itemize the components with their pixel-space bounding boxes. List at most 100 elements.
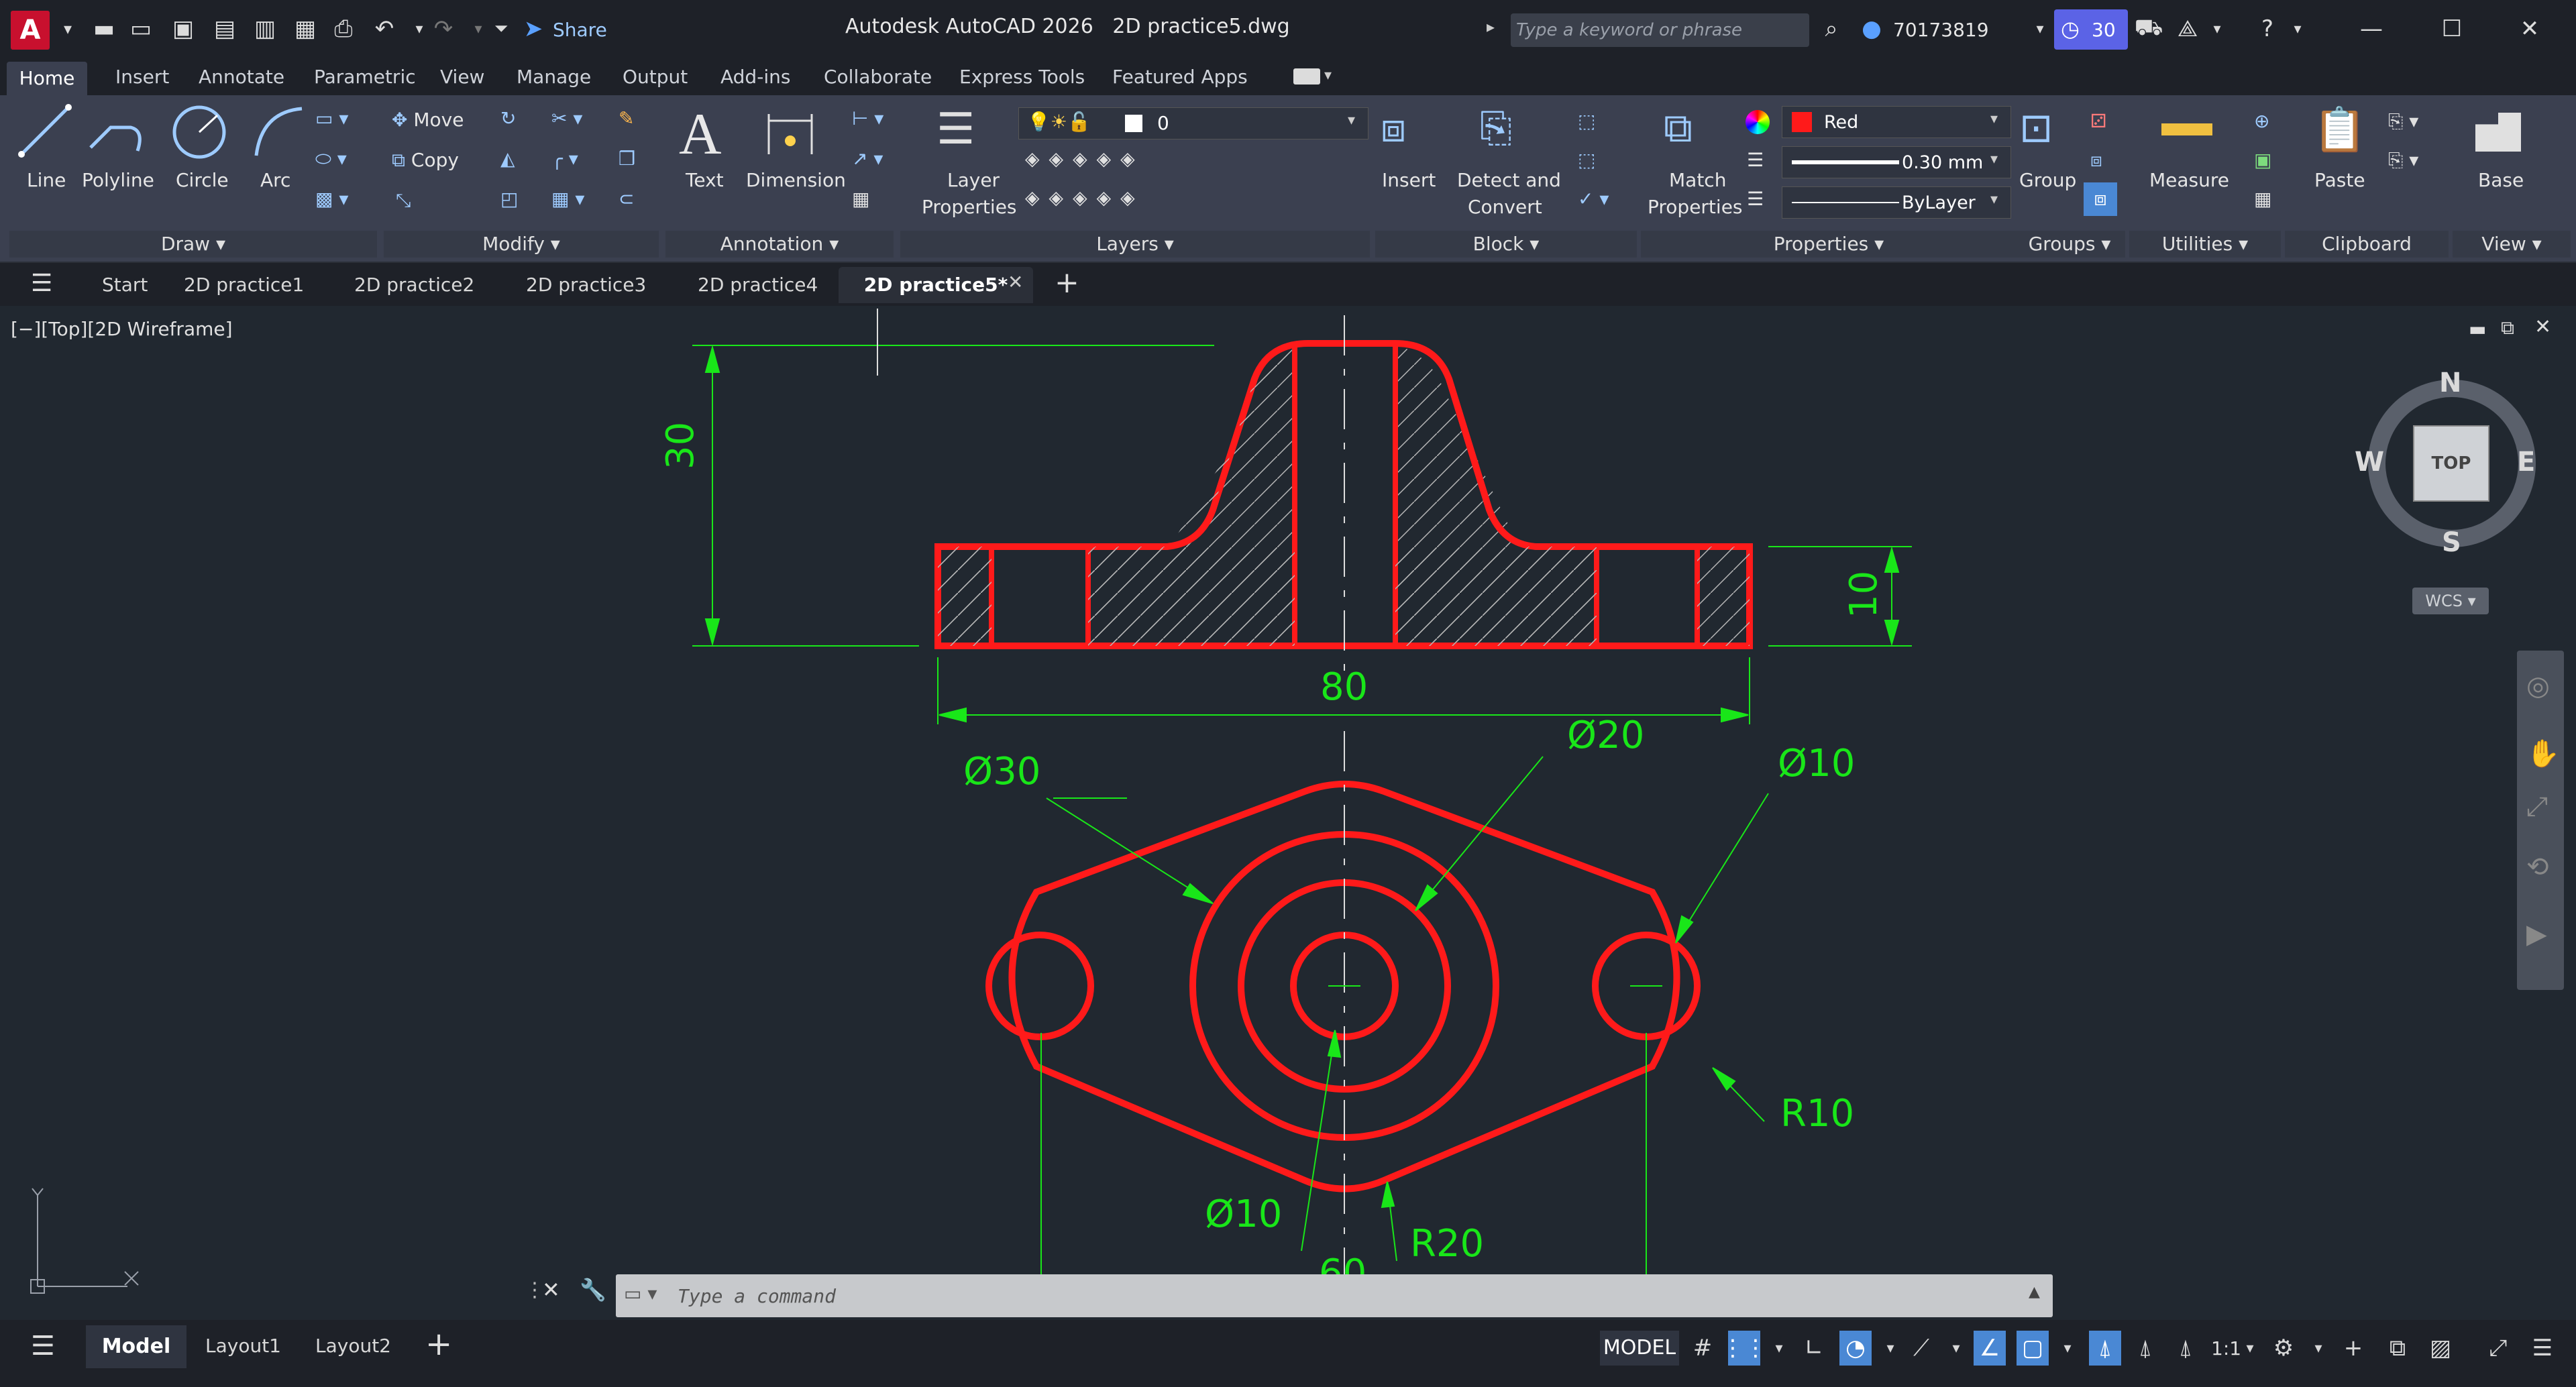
user-chevron-icon[interactable]: ▾	[2023, 12, 2057, 46]
fillet-icon[interactable]: ╭ ▾	[551, 148, 578, 170]
undo-icon[interactable]: ↶	[368, 12, 401, 46]
ribbon-display-toggle-icon[interactable]	[1293, 68, 1320, 85]
timer-badge[interactable]: ◷ 30	[2054, 9, 2128, 50]
view-panel-title[interactable]: View ▾	[2453, 231, 2571, 258]
id-point-icon[interactable]: ⊕	[2254, 110, 2269, 132]
offset-icon[interactable]: ⊂	[619, 188, 634, 210]
ribbon-display-chevron-icon[interactable]: ▾	[1324, 67, 1332, 84]
help-chevron-icon[interactable]: ▾	[2281, 12, 2314, 46]
copy-button[interactable]: ⧉ Copy	[392, 149, 459, 172]
rotate-icon[interactable]: ↻	[500, 107, 516, 129]
tab-add-ins[interactable]: Add-ins	[720, 66, 790, 88]
file-menu-icon[interactable]: ☰	[31, 270, 52, 297]
layers-panel-title[interactable]: Layers ▾	[900, 231, 1370, 258]
share-label[interactable]: Share	[553, 19, 607, 41]
zoom-extents-icon[interactable]: ⤢	[2526, 791, 2548, 822]
linetype-dropdown[interactable]: ByLayer ▾	[1782, 186, 2011, 219]
open-file-icon[interactable]: ▭	[124, 12, 158, 46]
color-dropdown[interactable]: Red ▾	[1782, 106, 2011, 138]
tab-model[interactable]: Model	[86, 1325, 186, 1368]
layer-properties-icon[interactable]: ☰	[936, 105, 975, 154]
measure-icon[interactable]	[2161, 123, 2212, 135]
rectangle-icon[interactable]: ▭ ▾	[315, 107, 348, 129]
tab-view[interactable]: View	[440, 66, 484, 88]
save-icon[interactable]: ▣	[166, 12, 200, 46]
mirror-icon[interactable]: ◭	[500, 148, 515, 170]
lineweight-icon[interactable]: ☰	[1747, 149, 1764, 171]
polyline-tool[interactable]	[84, 101, 151, 164]
command-input[interactable]: Type a command	[678, 1285, 836, 1307]
group-select-icon[interactable]: ⧈	[2084, 182, 2117, 216]
file-tab-practice2[interactable]: 2D practice2	[354, 274, 474, 296]
ungroup-icon[interactable]: ⚂	[2090, 110, 2106, 132]
model-space-button[interactable]: MODEL	[1600, 1331, 1679, 1366]
workspace-gear-icon[interactable]: ⚙	[2267, 1331, 2300, 1366]
cart-icon[interactable]: ⛟	[2132, 12, 2165, 46]
explode-icon[interactable]: ❒	[619, 148, 635, 170]
command-recent-chevron-icon[interactable]: ▲	[2029, 1284, 2040, 1300]
block-attributes-icon[interactable]: ✓ ▾	[1578, 188, 1609, 210]
polar-chevron-icon[interactable]: ▾	[1874, 1331, 1907, 1366]
object-snap-tracking-icon[interactable]: ∠	[1974, 1331, 2006, 1366]
draw-panel-title[interactable]: Draw ▾	[9, 231, 377, 258]
erase-icon[interactable]: ✎	[619, 107, 634, 129]
viewcube-east[interactable]: E	[2517, 447, 2535, 478]
edit-block-icon[interactable]: ⬚	[1578, 149, 1595, 171]
leader-icon[interactable]: ↗ ▾	[852, 148, 883, 170]
modify-panel-title[interactable]: Modify ▾	[384, 231, 659, 258]
viewcube-top[interactable]: TOP	[2413, 425, 2489, 502]
user-name[interactable]: 70173819	[1893, 19, 1989, 41]
layer-tools-row2-icons[interactable]: ◈◈◈◈◈	[1025, 186, 1144, 209]
object-snap-chevron-icon[interactable]: ▾	[2051, 1331, 2084, 1366]
stretch-icon[interactable]: ⤡	[396, 189, 411, 212]
linetype-icon[interactable]: ☰	[1747, 188, 1764, 210]
dim-diameter-10-center[interactable]: Ø10	[1205, 1192, 1282, 1236]
new-tab-icon[interactable]: +	[1055, 266, 1079, 300]
close-tab-icon[interactable]: ✕	[1008, 271, 1023, 293]
clean-screen-icon[interactable]: ⤢	[2482, 1331, 2514, 1366]
search-input[interactable]: Type a keyword or phrase	[1511, 13, 1809, 47]
viewcube-north[interactable]: N	[2439, 368, 2461, 398]
tab-layout1[interactable]: Layout1	[205, 1335, 281, 1357]
save-as-icon[interactable]: ▤	[208, 12, 241, 46]
minimize-icon[interactable]: —	[2355, 12, 2388, 46]
snap-icon[interactable]: ⋮⋮	[1721, 1331, 1767, 1366]
block-panel-title[interactable]: Block ▾	[1375, 231, 1637, 258]
layout-menu-icon[interactable]: ☰	[31, 1331, 55, 1362]
workspace-chevron-icon[interactable]: ▾	[2302, 1331, 2334, 1366]
tab-output[interactable]: Output	[623, 66, 688, 88]
dim-diameter-30[interactable]: Ø30	[963, 750, 1040, 793]
search-expand-icon[interactable]: ▸	[1487, 17, 1495, 36]
cut-icon[interactable]: ⎘ ▾	[2388, 110, 2418, 133]
linear-dim-icon[interactable]: ⊢ ▾	[852, 107, 883, 129]
tab-express-tools[interactable]: Express Tools	[959, 66, 1085, 88]
file-tab-practice4[interactable]: 2D practice4	[698, 274, 818, 296]
new-layout-icon[interactable]: +	[425, 1325, 452, 1363]
dim-radius-20[interactable]: R20	[1410, 1222, 1484, 1266]
layer-tools-row1-icons[interactable]: ◈◈◈◈◈	[1025, 148, 1144, 170]
clipboard-panel-title[interactable]: Clipboard	[2285, 231, 2449, 258]
units-icon[interactable]: ⧉	[2381, 1331, 2414, 1366]
file-tab-practice5[interactable]: 2D practice5*	[839, 267, 1033, 303]
properties-panel-title[interactable]: Properties ▾	[1641, 231, 2017, 258]
tab-layout2[interactable]: Layout2	[315, 1335, 391, 1357]
autodesk-chevron-icon[interactable]: ▾	[2200, 12, 2234, 46]
auto-scale-icon[interactable]: ⍋	[2129, 1331, 2161, 1366]
polar-tracking-icon[interactable]: ◔	[1839, 1331, 1872, 1366]
isodraft-chevron-icon[interactable]: ▾	[1940, 1331, 1972, 1366]
layer-dropdown[interactable]: 💡☀🔓 0 ▾	[1018, 107, 1368, 140]
annotation-monitor-icon[interactable]: +	[2337, 1331, 2369, 1366]
color-wheel-icon[interactable]	[1746, 110, 1770, 134]
wcs-menu[interactable]: WCS ▾	[2412, 588, 2489, 614]
customization-icon[interactable]: ☰	[2526, 1331, 2559, 1366]
groups-panel-title[interactable]: Groups ▾	[2014, 231, 2125, 258]
file-tab-start[interactable]: Start	[102, 274, 148, 296]
group-icon[interactable]: ⊡	[2019, 105, 2053, 152]
snap-chevron-icon[interactable]: ▾	[1763, 1331, 1795, 1366]
scale-icon[interactable]: ◰	[500, 188, 518, 210]
copy-clip-icon[interactable]: ⎘ ▾	[2388, 149, 2418, 172]
close-icon[interactable]: ✕	[2513, 12, 2546, 46]
new-file-icon[interactable]: ▬	[87, 12, 121, 46]
dim-width[interactable]: 80	[1320, 665, 1368, 709]
array-icon[interactable]: ▦ ▾	[551, 188, 584, 210]
